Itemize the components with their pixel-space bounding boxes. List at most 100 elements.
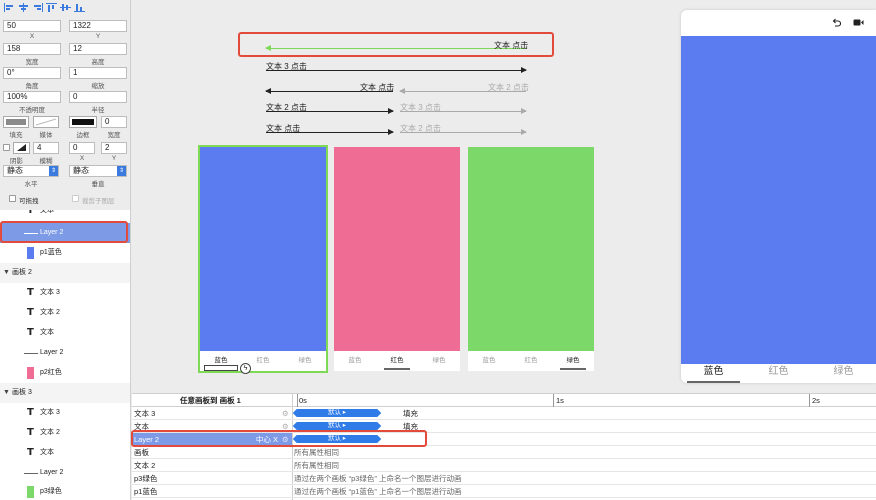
disclosure-triangle-icon[interactable]: ▼ xyxy=(3,263,10,283)
row-layer-name: p1蓝色 xyxy=(134,487,158,496)
layer-name: 文本 xyxy=(40,329,54,336)
layer-row[interactable]: T 文本 3 xyxy=(0,403,130,423)
y-field[interactable]: 1322 xyxy=(69,20,127,32)
layer-name: p2红色 xyxy=(40,369,62,376)
artboard-row[interactable]: ▼ 画板 2 xyxy=(0,263,130,283)
row-layer-name: p3绿色 xyxy=(134,474,158,483)
lightning-icon[interactable]: ϟ xyxy=(240,363,251,374)
tick-mark xyxy=(809,394,810,407)
horizontal-mode-select[interactable]: 静态 ⇕ xyxy=(3,165,59,177)
radius-field[interactable]: 0 xyxy=(69,91,127,103)
x-label: X xyxy=(29,33,35,40)
tab-bar: 蓝色 红色 绿色 xyxy=(334,351,460,371)
border-swatch[interactable] xyxy=(69,116,97,128)
row-message: 所有属性相同 xyxy=(294,461,339,470)
timeline-row[interactable]: 画板 所有属性相同 xyxy=(132,446,876,459)
vertical-mode-select[interactable]: 静态 ⇕ xyxy=(69,165,127,177)
inspector-panel: 50 1322 X Y 158 12 宽度 高度 0° 1 角度 缩放 100%… xyxy=(0,0,131,210)
row-message: 通过在两个画板 “p3绿色” 上命名一个图层进行动画 xyxy=(294,474,462,483)
line-layer-icon xyxy=(24,353,38,354)
artboard-row[interactable]: ▼ 画板 3 xyxy=(0,383,130,403)
artboard-name: 画板 3 xyxy=(12,389,32,396)
layer-row[interactable]: T 文本 xyxy=(0,443,130,463)
layer-row[interactable]: p3绿色 xyxy=(0,482,130,500)
scrollable-checkbox[interactable] xyxy=(9,195,16,202)
timeline-row[interactable]: p3绿色 通过在两个画板 “p3绿色” 上命名一个图层进行动画 xyxy=(132,472,876,485)
layer-row[interactable]: T 文本 xyxy=(0,323,130,343)
artboard-red[interactable]: 蓝色 红色 绿色 xyxy=(334,147,460,371)
layer-name: 文本 xyxy=(40,449,54,456)
text-layer-icon: T xyxy=(27,210,34,216)
layer-row[interactable]: T 文本 2 xyxy=(0,303,130,323)
shadow-label: 阴影 xyxy=(10,158,23,165)
video-camera-icon[interactable] xyxy=(853,18,864,27)
height-field[interactable]: 12 xyxy=(69,43,127,55)
disclosure-triangle-icon[interactable]: ▼ xyxy=(3,383,10,403)
timeline-row[interactable]: p1蓝色 通过在两个画板 “p1蓝色” 上命名一个图层进行动画 xyxy=(132,485,876,498)
shadow-x-field[interactable]: 0 xyxy=(69,142,95,154)
resize-handles[interactable] xyxy=(204,365,238,371)
scale-field[interactable]: 1 xyxy=(69,67,127,79)
vertical-label: 垂直 xyxy=(91,181,105,188)
width-field[interactable]: 158 xyxy=(3,43,61,55)
preview-tab-blue[interactable]: 蓝色 xyxy=(681,364,746,383)
fill-swatch[interactable] xyxy=(3,116,29,128)
clip-checkbox[interactable] xyxy=(72,195,79,202)
layer-row[interactable]: Layer 2 xyxy=(0,463,130,483)
preview-tab-green[interactable]: 绿色 xyxy=(811,364,876,383)
x-field[interactable]: 50 xyxy=(3,20,61,32)
layer-name: p1蓝色 xyxy=(40,249,62,256)
tab-blue[interactable]: 蓝色 xyxy=(334,351,376,371)
tab-green[interactable]: 绿色 xyxy=(418,351,460,371)
artboard-selection-outline xyxy=(198,145,328,373)
tab-green[interactable]: 绿色 xyxy=(552,351,594,371)
layer-name: 文本 xyxy=(40,210,54,214)
align-top-icon[interactable] xyxy=(46,3,57,12)
preview-blue-rectangle[interactable] xyxy=(681,36,876,364)
align-right-icon[interactable] xyxy=(32,3,43,12)
artboard-name: 画板 2 xyxy=(12,269,32,276)
tab-blue[interactable]: 蓝色 xyxy=(468,351,510,371)
tab-red[interactable]: 红色 xyxy=(376,351,418,371)
opacity-field[interactable]: 100% xyxy=(3,91,61,103)
animation-segment[interactable]: 默认 ▸ xyxy=(297,422,377,430)
layer-row[interactable]: T 文本 3 xyxy=(0,283,130,303)
artboard-green[interactable]: 蓝色 红色 绿色 xyxy=(468,147,594,371)
layer-row[interactable]: Layer 2 xyxy=(0,343,130,363)
tab-red[interactable]: 红色 xyxy=(510,351,552,371)
align-center-h-icon[interactable] xyxy=(18,3,29,12)
timeline-row[interactable]: 文本 2 所有属性相同 xyxy=(132,459,876,472)
undo-icon[interactable] xyxy=(832,18,841,27)
align-middle-icon[interactable] xyxy=(60,3,71,12)
shadow-checkbox[interactable] xyxy=(3,144,10,151)
shadow-swatch[interactable] xyxy=(13,142,30,154)
preview-tab-red[interactable]: 红色 xyxy=(746,364,811,383)
media-label: 媒体 xyxy=(39,132,53,139)
timeline-highlight-box xyxy=(131,430,427,447)
tick-mark xyxy=(297,394,298,407)
shadow-y-field[interactable]: 2 xyxy=(101,142,127,154)
red-rectangle[interactable] xyxy=(334,147,460,351)
layer-name: Layer 2 xyxy=(40,469,64,476)
align-left-icon[interactable] xyxy=(4,3,15,12)
row-property: 填充 xyxy=(403,409,418,418)
layer-row[interactable]: p2红色 xyxy=(0,363,130,383)
border-width-field[interactable]: 0 xyxy=(101,116,127,128)
align-bottom-icon[interactable] xyxy=(74,3,85,12)
layer-row[interactable]: T 文本 2 xyxy=(0,423,130,443)
rectangle-layer-icon xyxy=(27,247,34,259)
gear-icon[interactable]: ⚙ xyxy=(282,407,289,420)
row-message: 通过在两个画板 “p1蓝色” 上命名一个图层进行动画 xyxy=(294,487,462,496)
angle-field[interactable]: 0° xyxy=(3,67,61,79)
green-rectangle[interactable] xyxy=(468,147,594,351)
timeline-row[interactable]: 文本 3 填充 ⚙ 默认 ▸ xyxy=(132,407,876,420)
blur-field[interactable]: 4 xyxy=(33,142,59,154)
preview-window: 蓝色 红色 绿色 xyxy=(681,10,876,383)
arrow-label: 文本 2 点击 xyxy=(488,83,529,92)
layer-row[interactable]: T 文本 xyxy=(0,210,130,218)
animation-segment[interactable]: 默认 ▸ xyxy=(297,409,377,417)
layer-row[interactable]: p1蓝色 xyxy=(0,243,130,263)
media-swatch[interactable] xyxy=(33,116,59,128)
arrow-label: 文本 点击 xyxy=(266,124,301,133)
row-layer-name: 画板 xyxy=(134,448,149,457)
